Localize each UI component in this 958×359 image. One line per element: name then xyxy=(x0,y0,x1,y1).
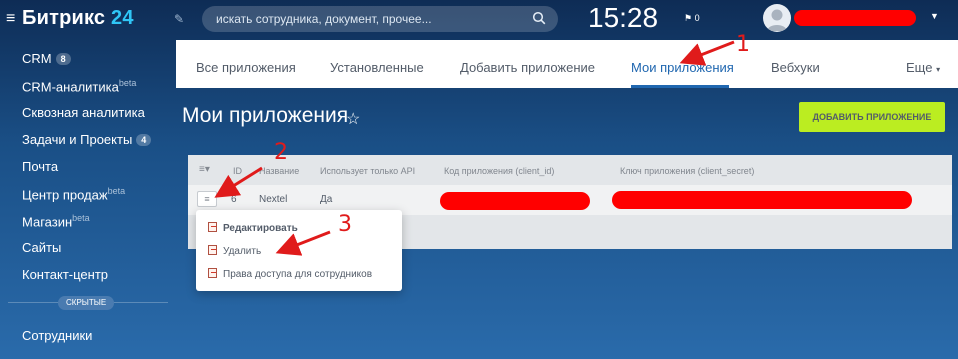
annotation-arrow-1 xyxy=(214,40,735,256)
annotation-number-1: 1 xyxy=(736,32,750,57)
annotation-number-3: 3 xyxy=(338,212,352,237)
annotation-number-2: 2 xyxy=(274,140,288,165)
